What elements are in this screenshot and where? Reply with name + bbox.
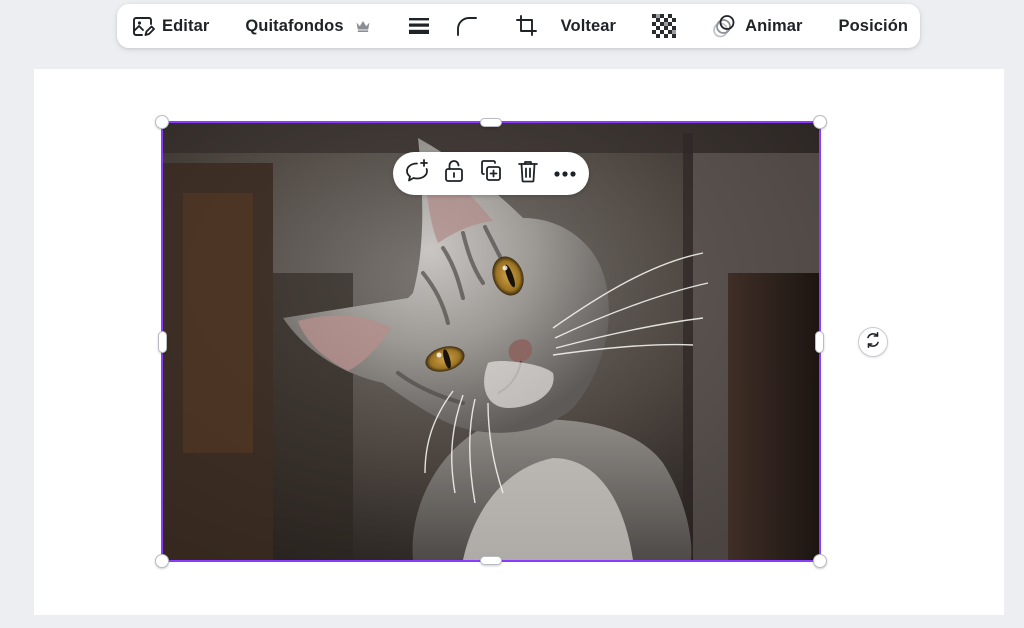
add-comment-button[interactable] — [402, 159, 432, 189]
edit-image-label: Editar — [162, 16, 210, 35]
resize-handle-bottom-right[interactable] — [813, 554, 827, 568]
rotate-button[interactable] — [858, 327, 888, 357]
add-comment-icon — [404, 158, 430, 189]
editor-workspace: Editar Quitafondos Voltear Animar Posici… — [0, 0, 1024, 628]
animate-button[interactable]: Animar — [710, 8, 804, 44]
border-lines-icon — [407, 14, 431, 38]
flip-label: Voltear — [560, 16, 617, 35]
background-remover-label: Quitafondos — [245, 16, 344, 35]
duplicate-button[interactable] — [476, 159, 506, 189]
image-edit-icon — [131, 14, 155, 38]
image-toolbar: Editar Quitafondos Voltear Animar Posici… — [117, 4, 920, 48]
more-options-button[interactable] — [550, 159, 580, 189]
delete-button[interactable] — [513, 159, 543, 189]
resize-handle-left[interactable] — [158, 331, 167, 353]
corner-rounding-button[interactable] — [453, 8, 481, 44]
crop-icon — [515, 14, 539, 38]
resize-handle-bottom[interactable] — [480, 556, 502, 565]
crop-button[interactable] — [513, 8, 541, 44]
resize-handle-top-left[interactable] — [155, 115, 169, 129]
rotate-icon — [864, 331, 882, 354]
border-style-button[interactable] — [405, 8, 433, 44]
element-context-menu — [393, 152, 589, 195]
edit-image-button[interactable]: Editar — [129, 8, 211, 44]
flip-button[interactable]: Voltear — [559, 8, 618, 44]
corner-radius-icon — [455, 14, 479, 38]
crown-icon — [355, 19, 371, 33]
resize-handle-bottom-left[interactable] — [155, 554, 169, 568]
transparency-button[interactable] — [650, 8, 678, 44]
animate-label: Animar — [745, 16, 803, 35]
lock-button[interactable] — [439, 159, 469, 189]
position-label: Posición — [838, 16, 909, 35]
duplicate-icon — [479, 159, 503, 188]
trash-icon — [517, 159, 539, 188]
transparency-checker-icon — [652, 14, 677, 38]
resize-handle-right[interactable] — [815, 331, 824, 353]
background-remover-button[interactable]: Quitafondos — [243, 8, 372, 44]
resize-handle-top-right[interactable] — [813, 115, 827, 129]
position-button[interactable]: Posición — [837, 8, 911, 44]
animate-circles-icon — [712, 13, 738, 39]
more-dots-icon — [553, 165, 577, 183]
resize-handle-top[interactable] — [480, 118, 502, 127]
lock-icon — [442, 158, 466, 189]
